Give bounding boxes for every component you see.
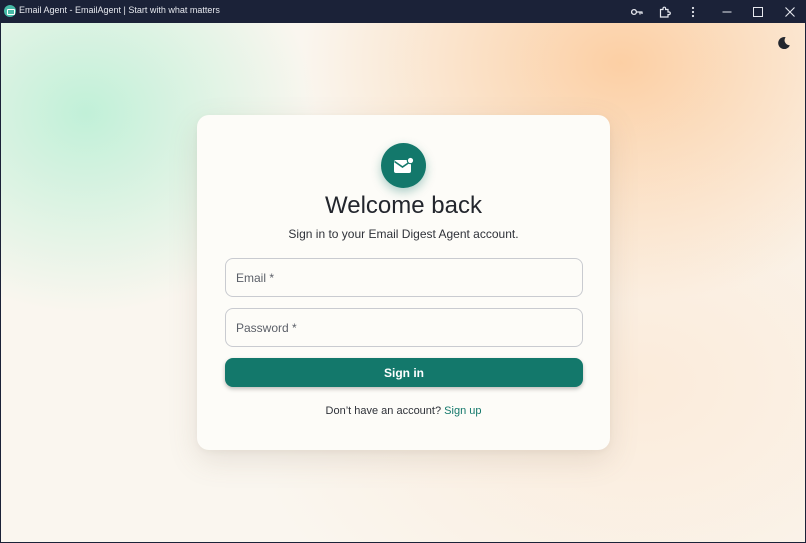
theme-toggle-button[interactable] xyxy=(775,36,793,54)
password-input[interactable] xyxy=(236,320,582,335)
window-titlebar: Email Agent - EmailAgent | Start with wh… xyxy=(0,0,806,23)
password-field[interactable] xyxy=(225,308,583,347)
window-title: Email Agent - EmailAgent | Start with wh… xyxy=(19,5,220,15)
signin-button[interactable]: Sign in xyxy=(225,358,583,387)
close-icon[interactable] xyxy=(780,0,800,23)
app-logo-icon xyxy=(4,5,16,17)
moon-icon xyxy=(777,36,791,55)
more-vertical-icon[interactable] xyxy=(684,0,702,23)
maximize-icon[interactable] xyxy=(748,0,768,23)
signup-prompt: Don’t have an account? xyxy=(325,405,442,417)
signup-row: Don’t have an account? Sign up xyxy=(197,405,610,417)
mail-icon xyxy=(381,143,426,188)
signup-link[interactable]: Sign up xyxy=(444,405,481,417)
puzzle-icon[interactable] xyxy=(656,0,674,23)
page-subtitle: Sign in to your Email Digest Agent accou… xyxy=(288,227,519,241)
page-background: Welcome back Sign in to your Email Diges… xyxy=(1,23,805,542)
key-icon[interactable] xyxy=(628,0,646,23)
minimize-icon[interactable] xyxy=(717,0,737,23)
email-field[interactable] xyxy=(225,258,583,297)
signin-card: Welcome back Sign in to your Email Diges… xyxy=(197,115,610,450)
page-title: Welcome back xyxy=(325,192,482,219)
email-input[interactable] xyxy=(236,270,582,285)
